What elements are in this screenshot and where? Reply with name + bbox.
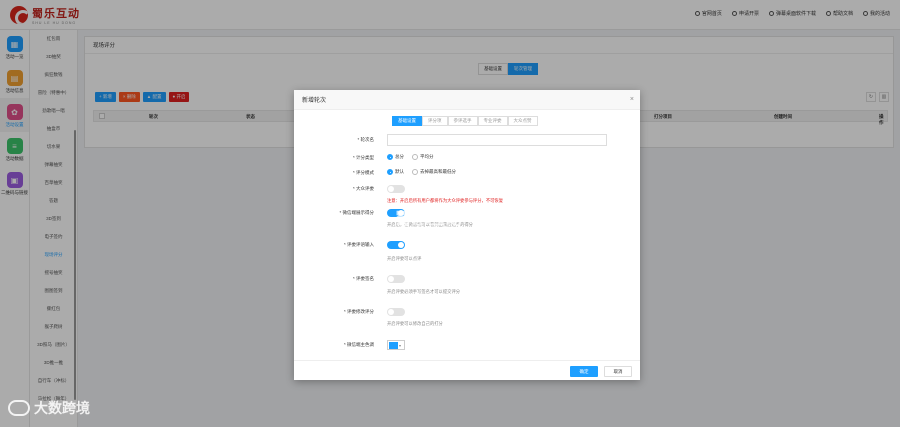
watermark-logo-icon: [8, 400, 30, 416]
dialog-footer: 确定 取消: [294, 360, 640, 380]
confirm-button[interactable]: 确定: [570, 366, 598, 377]
radio-checked-icon: [387, 154, 393, 160]
judge-comment-hint: 开启评委可以点评: [387, 256, 422, 261]
judge-mode-radios: 默认 去掉最高和最低分: [387, 169, 456, 175]
judge-comment-switch[interactable]: [387, 241, 405, 249]
watermark-brand-en: SHU LE HU DONG: [400, 222, 463, 227]
field-label: * 计分类型: [352, 155, 374, 160]
judge-sign-switch[interactable]: [387, 275, 405, 283]
radio-label: 默认: [395, 169, 404, 174]
field-judge-comment: * 评委评语输入: [294, 241, 640, 249]
field-judge-edit: * 评委修改评分: [294, 308, 640, 316]
radio-trim[interactable]: 去掉最高和最低分: [412, 169, 456, 175]
cancel-button[interactable]: 取消: [604, 366, 632, 377]
field-label: * 评分模式: [352, 170, 374, 175]
radio-unchecked-icon: [412, 154, 418, 160]
field-label: * 微信端展示得分: [339, 210, 374, 215]
public-judge-switch[interactable]: [387, 185, 405, 193]
judge-edit-switch[interactable]: [387, 308, 405, 316]
field-label: * 评委评语输入: [343, 242, 374, 247]
tab-contestants[interactable]: 参评选手: [447, 116, 478, 126]
color-swatch: [389, 341, 398, 349]
radio-checked-icon: [387, 169, 393, 175]
radio-label: 总分: [395, 154, 404, 159]
field-label: * 微信端主色调: [343, 342, 374, 347]
chevron-down-icon: ▾: [399, 342, 402, 348]
radio-unchecked-icon: [412, 169, 418, 175]
radio-label: 去掉最高和最低分: [420, 169, 456, 174]
radio-average[interactable]: 平均分: [412, 154, 434, 160]
field-label: * 轮次名: [357, 137, 374, 142]
close-icon[interactable]: ×: [630, 96, 634, 103]
tab-public-likes[interactable]: 大众点赞: [507, 116, 538, 126]
add-round-dialog: 新增轮次 × 基础设置 评分项 参评选手 专业评委 大众点赞 * 轮次名 * 计…: [294, 90, 640, 380]
judge-sign-hint: 开启评委必须手写签名才可以提交评分: [387, 289, 461, 294]
watermark-site-name: 大数跨境: [34, 400, 90, 416]
dialog-title: 新增轮次: [294, 90, 640, 110]
judge-edit-hint: 开启评委可以修改自己的打分: [387, 321, 443, 326]
score-type-radios: 总分 平均分: [387, 154, 434, 160]
radio-label: 平均分: [420, 154, 434, 159]
radio-total[interactable]: 总分: [387, 154, 404, 160]
field-label: * 评委修改评分: [343, 309, 374, 314]
watermark-site: 大数跨境: [8, 398, 90, 418]
field-label: * 大众评委: [352, 186, 374, 191]
tab-pro-judges[interactable]: 专业评委: [477, 116, 508, 126]
tab-basic[interactable]: 基础设置: [392, 116, 422, 126]
field-label: * 评委签名: [352, 276, 374, 281]
tab-score-items[interactable]: 评分项: [422, 116, 448, 126]
field-wechat-show: * 微信端展示得分: [294, 209, 640, 217]
public-judge-hint: 注意：开启后所有用户都将作为大众评委参与评分，不可恢复: [387, 198, 504, 203]
theme-color-picker[interactable]: ▾: [387, 340, 405, 350]
round-name-input[interactable]: [387, 134, 607, 146]
field-judge-sign: * 评委签名: [294, 275, 640, 283]
radio-default[interactable]: 默认: [387, 169, 404, 175]
dialog-tabs: 基础设置 评分项 参评选手 专业评委 大众点赞: [392, 116, 538, 126]
field-public-judge: * 大众评委: [294, 185, 640, 193]
